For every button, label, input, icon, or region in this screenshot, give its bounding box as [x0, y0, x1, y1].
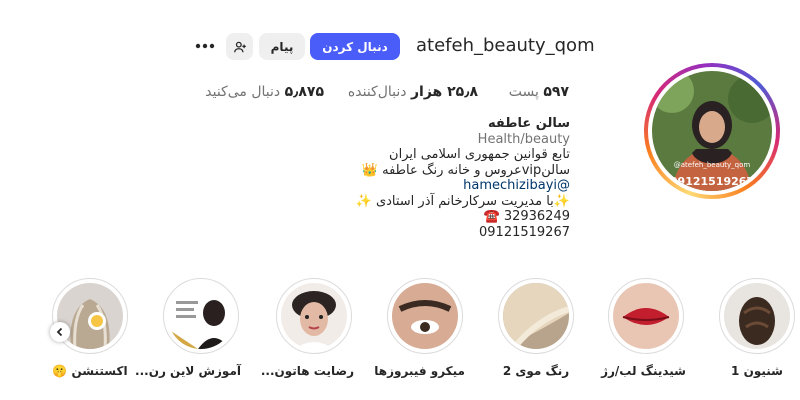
bio-line: ✨با مدیریت سرکارخانم آذر استادی ✨	[355, 193, 570, 209]
stat-posts: ۵۹۷ پست	[509, 84, 569, 100]
follow-button[interactable]: دنبال کردن	[310, 33, 400, 60]
bio-name: سالن عاطفه	[487, 116, 570, 131]
followers-count: ۲۵٫۸ هزار	[410, 84, 478, 100]
followers-label: دنبال‌کننده	[347, 84, 407, 100]
highlight-item[interactable]: شنیون 1	[717, 278, 797, 378]
add-person-icon	[233, 41, 246, 52]
highlight-label: شیدینگ لب/رژ	[601, 364, 686, 378]
following-count: ۵٫۸۷۵	[284, 84, 324, 100]
posts-label: پست	[508, 84, 539, 100]
highlight-label: اکستنشن 🤫	[52, 364, 128, 378]
following-label: دنبال می‌کنید	[205, 84, 281, 100]
suggest-accounts-button[interactable]	[226, 33, 253, 60]
avatar-phone-overlay: 09121519267	[670, 175, 754, 188]
highlight-cover	[168, 283, 234, 349]
stat-following[interactable]: ۵٫۸۷۵ دنبال می‌کنید	[205, 84, 324, 100]
profile-username: atefeh_beauty_qom	[416, 35, 595, 56]
bio-line: سالنvipعروس و خانه رنگ عاطفه 👑	[361, 162, 570, 178]
highlight-label: رضایت هاتون...	[260, 364, 354, 378]
highlight-cover	[724, 283, 790, 349]
posts-count: ۵۹۷	[543, 84, 569, 100]
highlight-label: شنیون 1	[731, 364, 783, 378]
message-button[interactable]: پیام	[259, 33, 305, 60]
highlight-item[interactable]: آموزش لاین رن...	[135, 278, 241, 378]
avatar-watermark: @atefeh_beauty_qom	[674, 161, 751, 169]
more-options-button[interactable]	[193, 36, 217, 56]
highlight-item[interactable]: میکرو فیبروزها	[374, 278, 465, 378]
highlights-previous-button[interactable]	[50, 322, 70, 342]
bio-phone: ☎️ 32936249	[483, 209, 571, 224]
highlight-cover	[281, 283, 347, 349]
highlight-cover	[613, 283, 679, 349]
stat-followers[interactable]: ۲۵٫۸ هزار دنبال‌کننده	[348, 84, 478, 100]
highlight-item[interactable]: رنگ موی 2	[496, 278, 576, 378]
more-horizontal-icon	[195, 43, 215, 49]
profile-bio: سالن عاطفه Health/beauty تابع قوانین جمه…	[310, 116, 570, 240]
highlight-label: رنگ موی 2	[502, 364, 570, 378]
highlight-label: میکرو فیبروزها	[374, 364, 465, 378]
bio-phone: 09121519267	[479, 224, 570, 240]
avatar-story-ring[interactable]: @atefeh_beauty_qom 09121519267	[644, 63, 780, 199]
bio-mention-link[interactable]: hamechizibayi@	[310, 178, 570, 194]
avatar: @atefeh_beauty_qom 09121519267	[652, 71, 772, 191]
highlight-item[interactable]: رضایت هاتون...	[260, 278, 354, 378]
highlight-cover	[503, 283, 569, 349]
bio-line: تابع قوانین جمهوری اسلامی ایران	[389, 147, 570, 162]
highlight-cover	[392, 283, 458, 349]
bio-category: Health/beauty	[477, 131, 570, 147]
highlight-label: آموزش لاین رن...	[135, 364, 241, 378]
chevron-left-icon	[56, 327, 63, 337]
highlight-item[interactable]: شیدینگ لب/رژ	[601, 278, 686, 378]
